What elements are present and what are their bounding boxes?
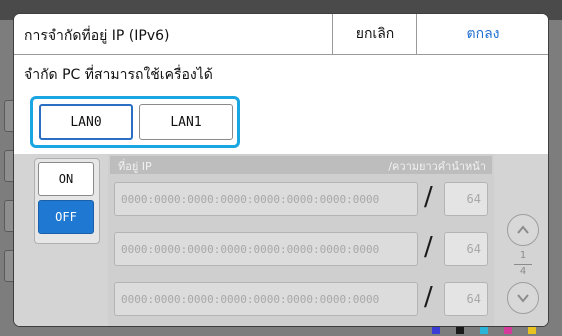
ip-address-header: ที่อยู่ IP [118,160,152,173]
ipv6-restriction-dialog: การจำกัดที่อยู่ IP (IPv6) ยกเลิก ตกลง จำ… [14,14,548,326]
prefix-length-field[interactable]: 64 [444,182,488,216]
prefix-length-header: /ความยาวคำนำหน้า [388,160,486,173]
dialog-titlebar: การจำกัดที่อยู่ IP (IPv6) ยกเลิก ตกลง [14,14,548,55]
prefix-length-field[interactable]: 64 [444,282,488,316]
lan0-button[interactable]: LAN0 [39,104,133,140]
scroll-up-button[interactable] [507,214,539,246]
ok-button[interactable]: ตกลง [416,14,548,54]
ip-address-field[interactable]: 0000:0000:0000:0000:0000:0000:0000:0000 [114,282,418,316]
dialog-title: การจำกัดที่อยู่ IP (IPv6) [24,28,170,44]
ip-address-field[interactable]: 0000:0000:0000:0000:0000:0000:0000:0000 [114,182,418,216]
prefix-separator: / [424,282,433,312]
prefix-length-field[interactable]: 64 [444,232,488,266]
cancel-button[interactable]: ยกเลิก [332,14,417,54]
ip-address-field[interactable]: 0000:0000:0000:0000:0000:0000:0000:0000 [114,232,418,266]
prefix-separator: / [424,182,433,212]
page-current: 1 [519,250,527,261]
scroll-down-button[interactable] [507,282,539,314]
page-divider [514,264,532,265]
off-button[interactable]: OFF [38,200,94,234]
lan-selector: LAN0 LAN1 [30,96,240,148]
prefix-separator: / [424,232,433,262]
lan1-button[interactable]: LAN1 [139,104,233,140]
dialog-subtitle: จำกัด PC ที่สามารถใช้เครื่องได้ [24,67,213,83]
on-button[interactable]: ON [38,162,94,196]
chevron-down-icon [517,294,529,303]
chevron-up-icon [517,225,529,234]
page-total: 4 [519,266,527,277]
